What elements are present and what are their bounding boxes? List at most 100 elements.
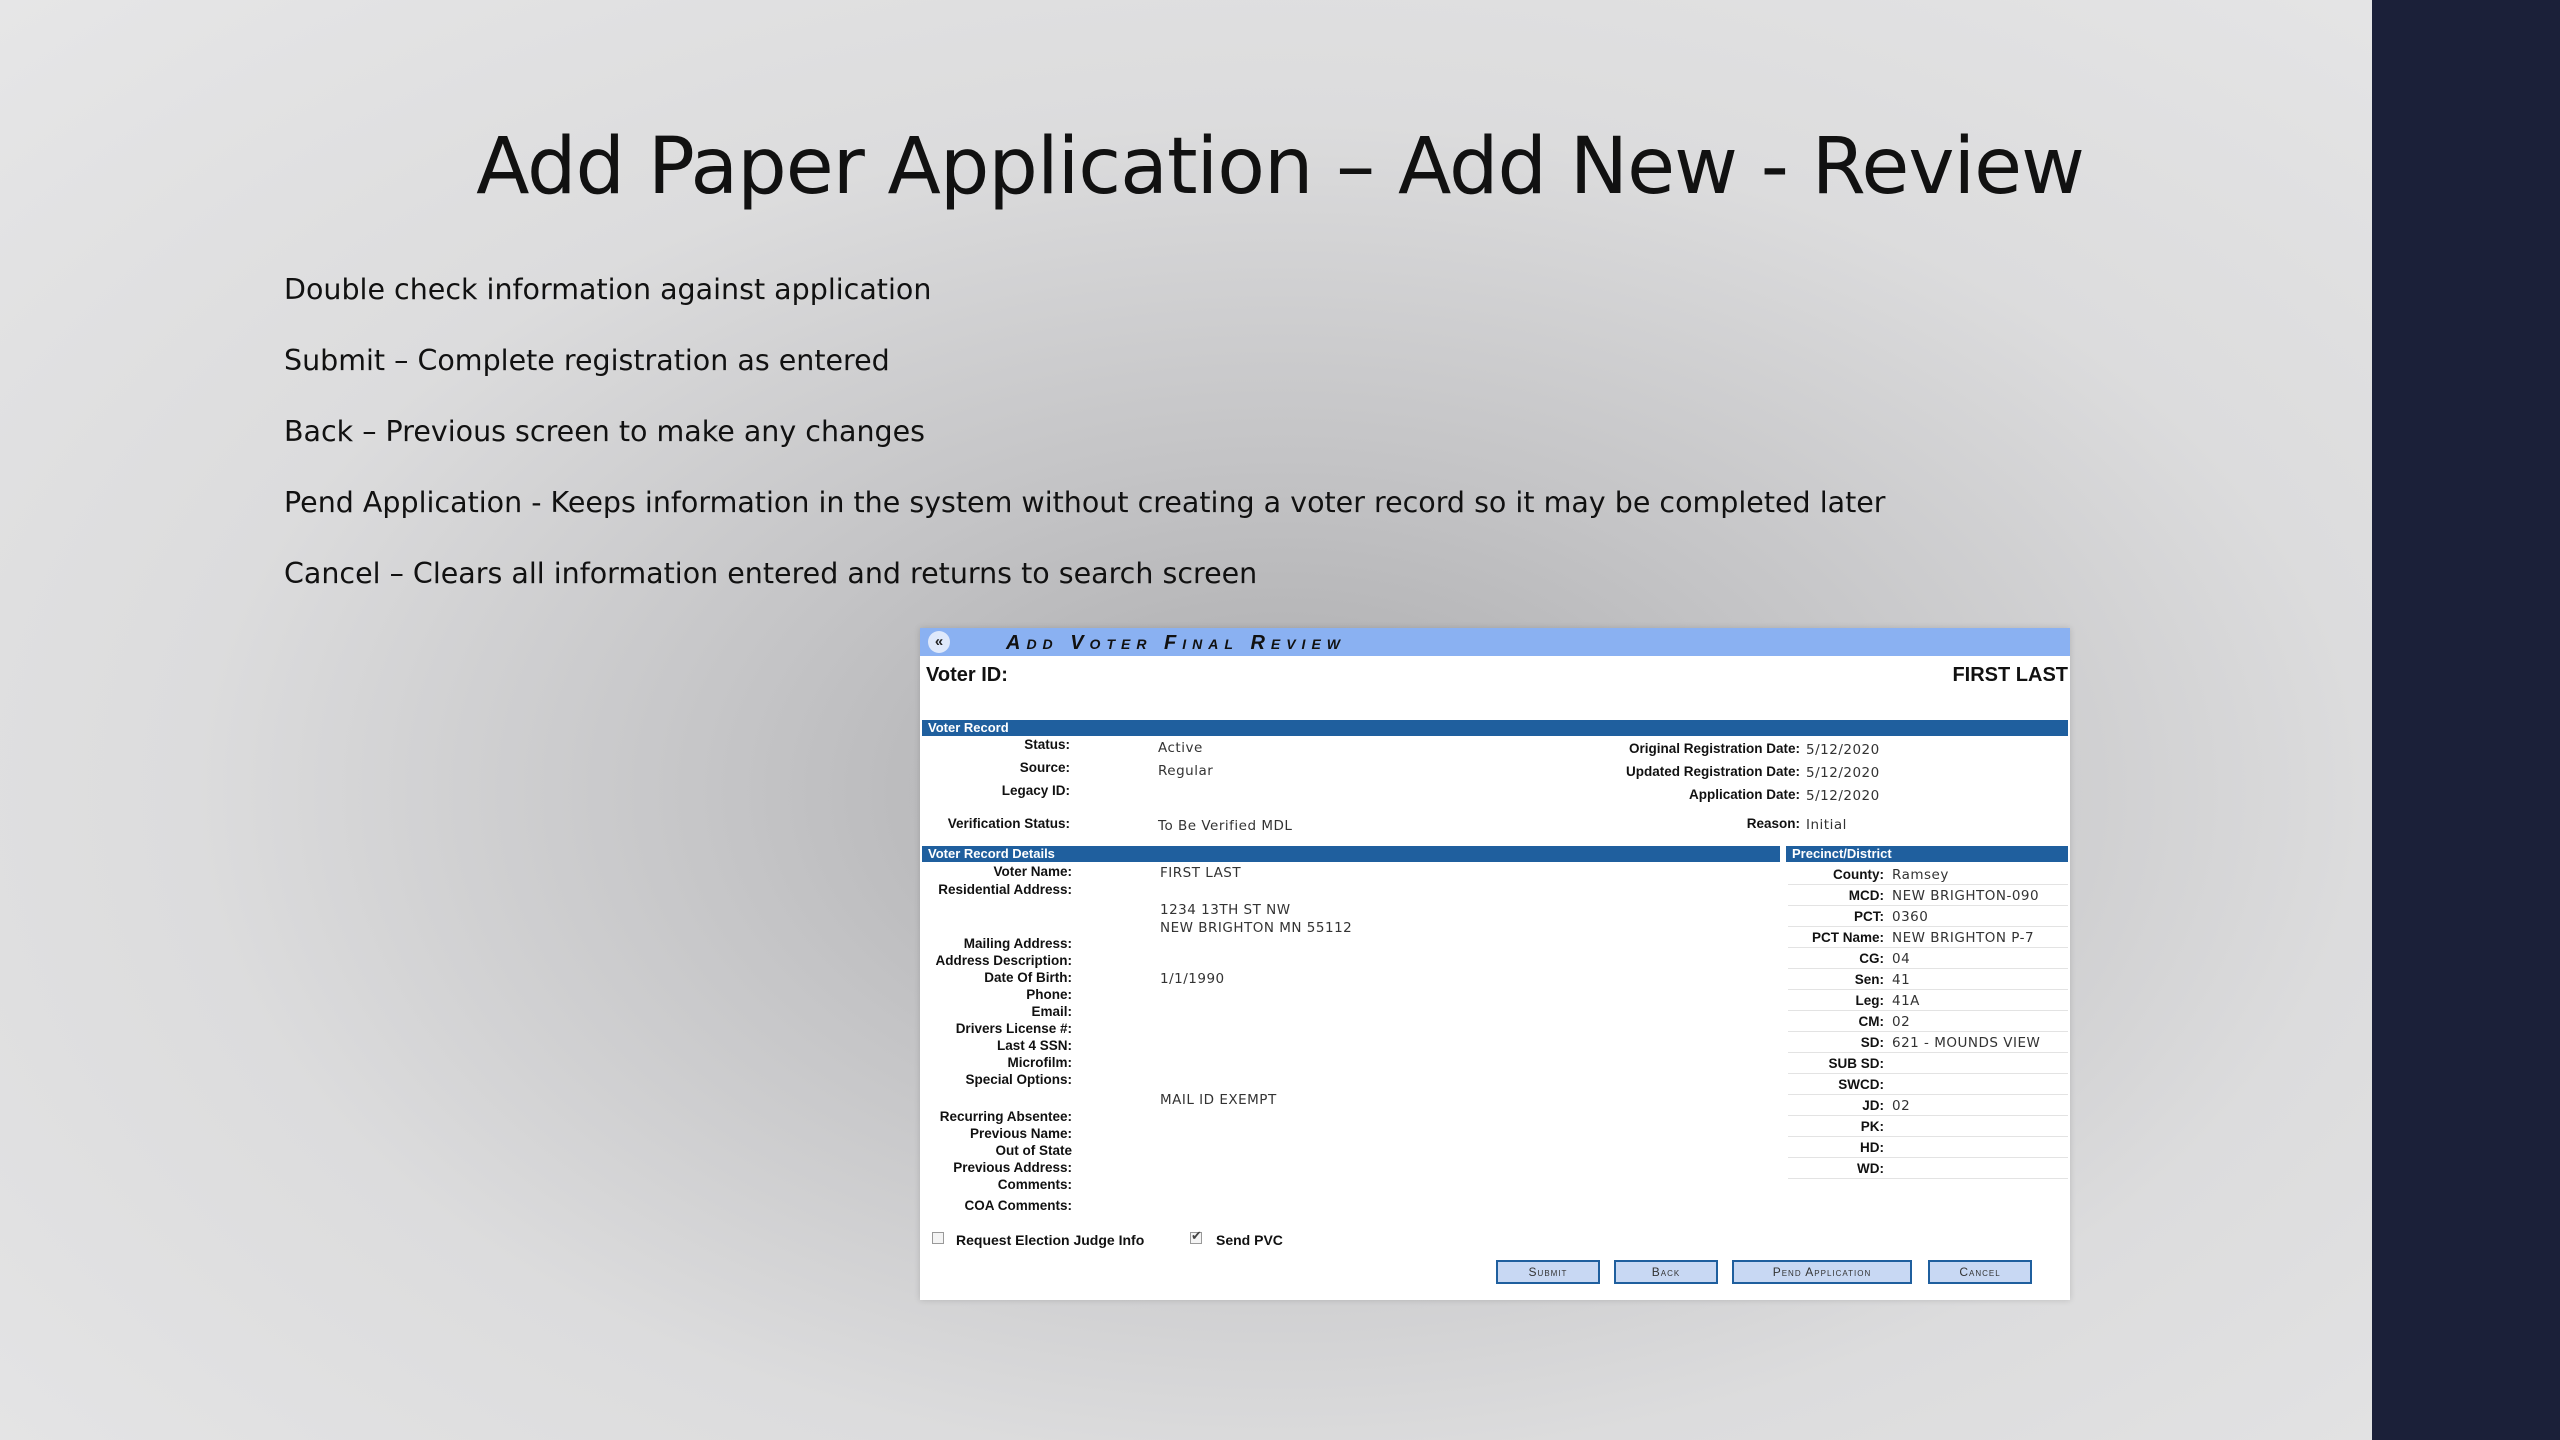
precinct-row: PCT: 0360 xyxy=(1788,906,2068,927)
precinct-row: CM: 02 xyxy=(1788,1011,2068,1032)
request-election-judge-label: Request Election Judge Info xyxy=(956,1232,1145,1248)
back-arrow-icon[interactable]: « xyxy=(928,631,950,653)
voter-record-details-header: Voter Record Details xyxy=(922,846,1780,862)
send-pvc-checkbox[interactable] xyxy=(1190,1228,1202,1244)
precinct-row-value: 0360 xyxy=(1892,909,1929,925)
previous-name-label: Previous Name: xyxy=(969,1126,1072,1141)
precinct-row-value: NEW BRIGHTON P-7 xyxy=(1892,930,2035,946)
precinct-row-value: 04 xyxy=(1892,951,1911,967)
precinct-row: Sen: 41 xyxy=(1788,969,2068,990)
bullet-item: Back – Previous screen to make any chang… xyxy=(284,415,926,448)
precinct-row: CG: 04 xyxy=(1788,948,2068,969)
bullet-item: Double check information against applica… xyxy=(284,273,932,306)
cancel-button[interactable]: Cancel xyxy=(1928,1260,2032,1284)
slide-side-bar xyxy=(2372,0,2560,1440)
residential-address-line2: NEW BRIGHTON MN 55112 xyxy=(1160,920,1353,936)
precinct-row-label: Leg: xyxy=(1855,993,1885,1008)
pend-application-button[interactable]: Pend Application xyxy=(1732,1260,1912,1284)
voter-record-header: Voter Record xyxy=(922,720,2068,736)
voter-name-label: Voter Name: xyxy=(993,864,1072,879)
updated-registration-date-value: 5/12/2020 xyxy=(1806,765,1880,781)
precinct-row: SD: 621 - MOUNDS VIEW xyxy=(1788,1032,2068,1053)
precinct-row-label: PCT: xyxy=(1854,909,1884,924)
legacy-id-label: Legacy ID: xyxy=(1001,783,1070,798)
precinct-row-label: PCT Name: xyxy=(1811,930,1884,945)
coa-comments-label: COA Comments: xyxy=(964,1198,1072,1213)
email-label: Email: xyxy=(1031,1004,1072,1019)
date-of-birth-value: 1/1/1990 xyxy=(1160,971,1225,987)
drivers-license-label: Drivers License #: xyxy=(955,1021,1072,1036)
address-description-label: Address Description: xyxy=(935,953,1072,968)
bullet-item: Submit – Complete registration as entere… xyxy=(284,344,890,377)
out-of-state-label: Out of State xyxy=(995,1143,1073,1158)
microfilm-label: Microfilm: xyxy=(1007,1055,1072,1070)
precinct-row-value: 02 xyxy=(1892,1014,1911,1030)
recurring-absentee-label: Recurring Absentee: xyxy=(939,1109,1072,1124)
back-button[interactable]: Back xyxy=(1614,1260,1718,1284)
phone-label: Phone: xyxy=(1026,987,1072,1002)
precinct-row-label: MCD: xyxy=(1848,888,1884,903)
precinct-row-label: SD: xyxy=(1860,1035,1884,1050)
precinct-row-label: CM: xyxy=(1858,1014,1885,1029)
bullet-item: Cancel – Clears all information entered … xyxy=(284,557,1258,590)
precinct-row-label: JD: xyxy=(1862,1098,1884,1113)
final-review-screenshot: « Add Voter Final Review Voter ID: FIRST… xyxy=(920,628,2070,1300)
previous-address-label: Previous Address: xyxy=(953,1160,1072,1175)
original-registration-date-value: 5/12/2020 xyxy=(1806,742,1880,758)
special-options-label: Special Options: xyxy=(965,1072,1072,1087)
precinct-row: SUB SD: xyxy=(1788,1053,2068,1074)
precinct-row: Leg: 41A xyxy=(1788,990,2068,1011)
voter-name-header: FIRST LAST xyxy=(1952,664,2068,686)
precinct-row-value: 41 xyxy=(1892,972,1911,988)
mailing-address-label: Mailing Address: xyxy=(963,936,1072,951)
precinct-district-header: Precinct/District xyxy=(1786,846,2068,862)
precinct-row: WD: xyxy=(1788,1158,2068,1179)
precinct-row-value: NEW BRIGHTON-090 xyxy=(1892,888,2040,904)
submit-button[interactable]: Submit xyxy=(1496,1260,1600,1284)
precinct-row-label: Sen: xyxy=(1854,972,1884,987)
application-date-label: Application Date: xyxy=(1688,787,1800,802)
precinct-row-label: PK: xyxy=(1860,1119,1884,1134)
application-date-value: 5/12/2020 xyxy=(1806,788,1880,804)
precinct-row: MCD: NEW BRIGHTON-090 xyxy=(1788,885,2068,906)
voter-id-label: Voter ID: xyxy=(926,664,1008,686)
precinct-row: PCT Name: NEW BRIGHTON P-7 xyxy=(1788,927,2068,948)
precinct-row: County: Ramsey xyxy=(1788,864,2068,885)
precinct-row-value: Ramsey xyxy=(1892,867,1949,883)
voter-name-value: FIRST LAST xyxy=(1160,865,1242,881)
reason-label: Reason: xyxy=(1746,816,1800,831)
precinct-row-label: County: xyxy=(1833,867,1884,882)
status-value: Active xyxy=(1158,740,1203,756)
date-of-birth-label: Date Of Birth: xyxy=(984,970,1072,985)
reason-value: Initial xyxy=(1806,817,1847,833)
precinct-row: JD: 02 xyxy=(1788,1095,2068,1116)
bullet-item: Pend Application - Keeps information in … xyxy=(284,486,1886,519)
original-registration-date-label: Original Registration Date: xyxy=(1628,741,1800,756)
precinct-row-label: WD: xyxy=(1857,1161,1884,1176)
precinct-row-value: 02 xyxy=(1892,1098,1911,1114)
residential-address-line1: 1234 13TH ST NW xyxy=(1160,902,1291,918)
precinct-row-label: SWCD: xyxy=(1838,1077,1884,1092)
precinct-row: SWCD: xyxy=(1788,1074,2068,1095)
residential-address-label: Residential Address: xyxy=(938,882,1072,897)
screen-title: Add Voter Final Review xyxy=(1006,632,1347,654)
updated-registration-date-label: Updated Registration Date: xyxy=(1625,764,1800,779)
precinct-row-value: 41A xyxy=(1892,993,1920,1009)
precinct-row: PK: xyxy=(1788,1116,2068,1137)
title-bar: « Add Voter Final Review xyxy=(920,628,2070,656)
verification-status-label: Verification Status: xyxy=(947,816,1070,831)
precinct-row-label: SUB SD: xyxy=(1828,1056,1884,1071)
precinct-row-label: HD: xyxy=(1860,1140,1884,1155)
precinct-row-value: 621 - MOUNDS VIEW xyxy=(1892,1035,2041,1051)
last4-ssn-label: Last 4 SSN: xyxy=(996,1038,1072,1053)
precinct-row: HD: xyxy=(1788,1137,2068,1158)
bullet-list: Double check information against applica… xyxy=(284,270,1886,625)
source-label: Source: xyxy=(1019,760,1070,775)
special-options-value: MAIL ID EXEMPT xyxy=(1160,1092,1277,1108)
slide-title: Add Paper Application – Add New - Review xyxy=(476,122,2085,212)
verification-status-value: To Be Verified MDL xyxy=(1158,818,1293,834)
precinct-row-label: CG: xyxy=(1859,951,1884,966)
status-label: Status: xyxy=(1024,737,1070,752)
request-election-judge-checkbox[interactable] xyxy=(932,1232,944,1244)
source-value: Regular xyxy=(1158,763,1214,779)
